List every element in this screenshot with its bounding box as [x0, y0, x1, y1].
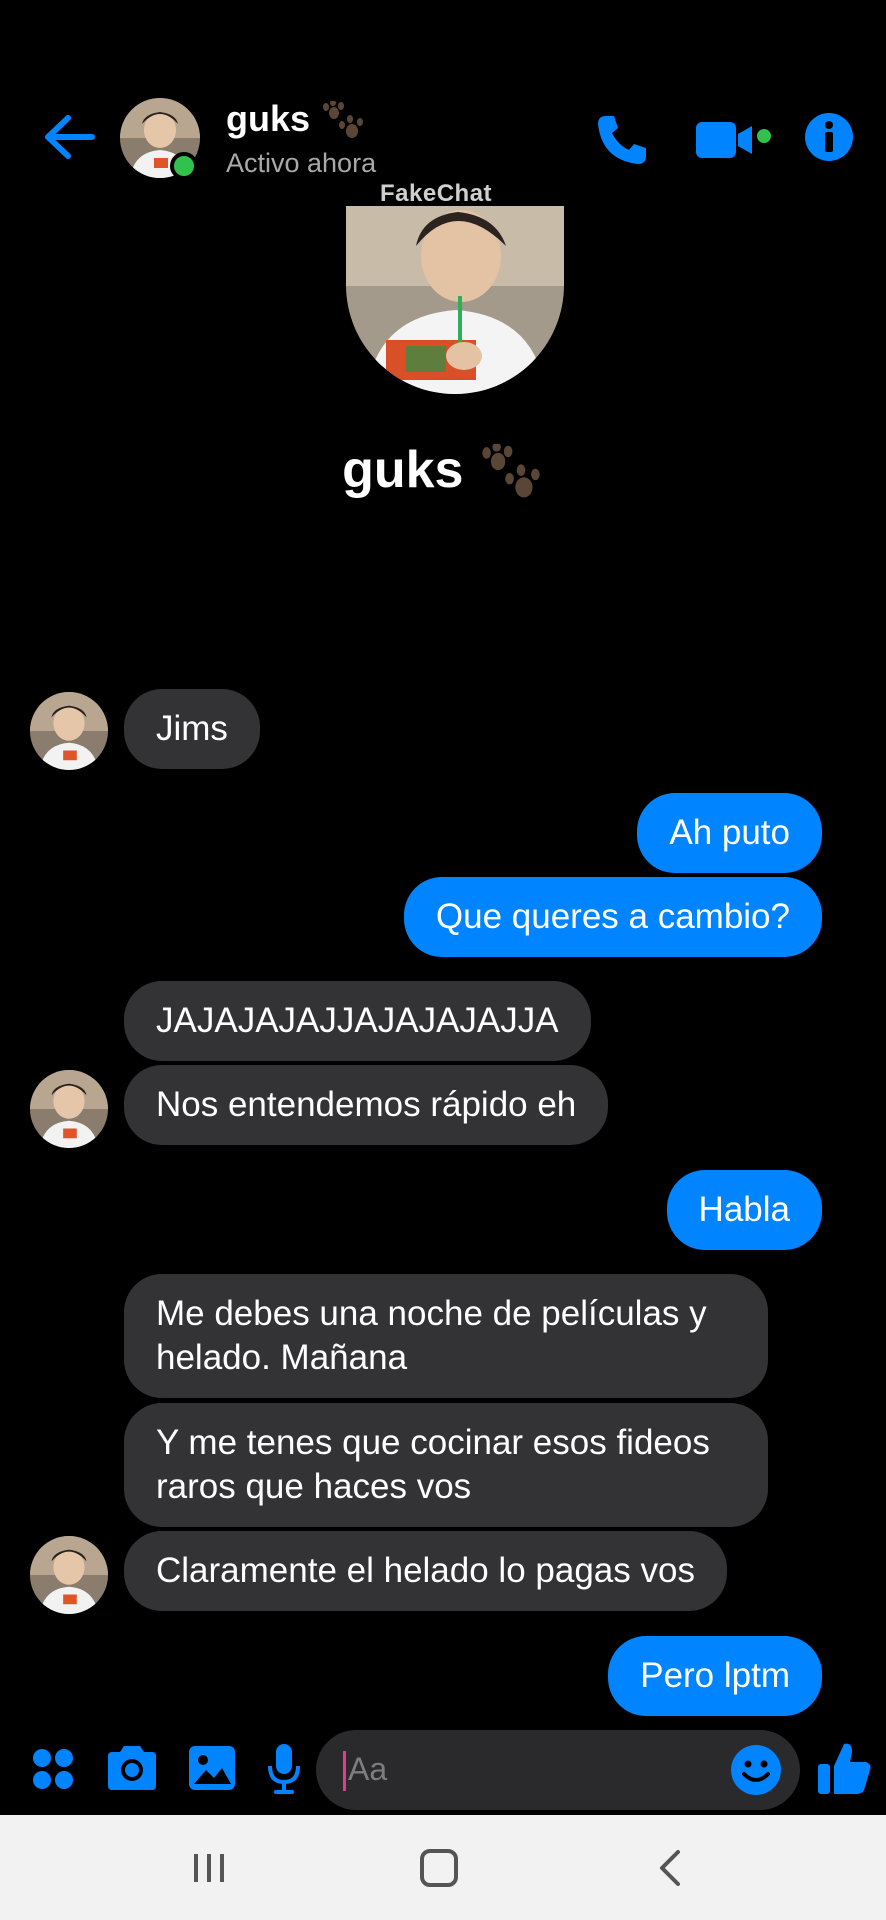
paw-prints-icon — [482, 444, 540, 498]
home-icon[interactable] — [414, 1846, 464, 1890]
back-icon[interactable] — [646, 1846, 696, 1890]
message-bubble-incoming[interactable]: JAJAJAJAJJAJAJAJAJJA — [124, 981, 591, 1061]
message-bubble-outgoing[interactable]: Habla — [666, 1170, 822, 1250]
info-icon[interactable] — [804, 112, 854, 162]
message-bubble-incoming[interactable]: Me debes una noche de películas y helado… — [124, 1274, 768, 1398]
message-bubble-incoming[interactable]: Nos entendemos rápido eh — [124, 1065, 609, 1145]
sender-avatar[interactable] — [30, 1070, 108, 1148]
apps-icon[interactable] — [30, 1740, 76, 1796]
sender-avatar[interactable] — [30, 1536, 108, 1614]
back-arrow-icon[interactable] — [40, 112, 100, 162]
header-contact-name[interactable]: guks — [226, 98, 366, 141]
message-bubble-outgoing[interactable]: Que queres a cambio? — [403, 877, 822, 957]
text-cursor — [343, 1751, 346, 1791]
message-bubble-incoming[interactable]: Y me tenes que cocinar esos fideos raros… — [124, 1403, 768, 1527]
message-input-placeholder: Aa — [348, 1751, 388, 1787]
profile-photo[interactable] — [346, 206, 564, 394]
camera-icon[interactable] — [104, 1740, 160, 1796]
message-bubble-outgoing[interactable]: Ah puto — [637, 793, 822, 873]
message-input[interactable] — [316, 1730, 800, 1810]
message-bubble-incoming[interactable]: Claramente el helado lo pagas vos — [124, 1531, 727, 1611]
header-status: Activo ahora — [226, 148, 377, 178]
recent-apps-icon[interactable] — [184, 1846, 234, 1890]
emoji-icon[interactable] — [730, 1744, 782, 1796]
watermark: FakeChat — [380, 180, 493, 207]
phone-icon[interactable] — [594, 112, 650, 168]
paw-prints-icon — [323, 101, 364, 139]
sender-avatar[interactable] — [30, 692, 108, 770]
message-bubble-outgoing[interactable]: Pero lptm — [608, 1636, 822, 1716]
thumbs-up-icon[interactable] — [816, 1738, 872, 1798]
online-indicator — [170, 152, 198, 180]
gallery-icon[interactable] — [186, 1740, 238, 1796]
microphone-icon[interactable] — [266, 1740, 302, 1796]
profile-name: guks — [0, 440, 886, 502]
message-bubble-incoming[interactable]: Jims — [124, 689, 260, 769]
video-camera-icon[interactable] — [696, 118, 772, 162]
